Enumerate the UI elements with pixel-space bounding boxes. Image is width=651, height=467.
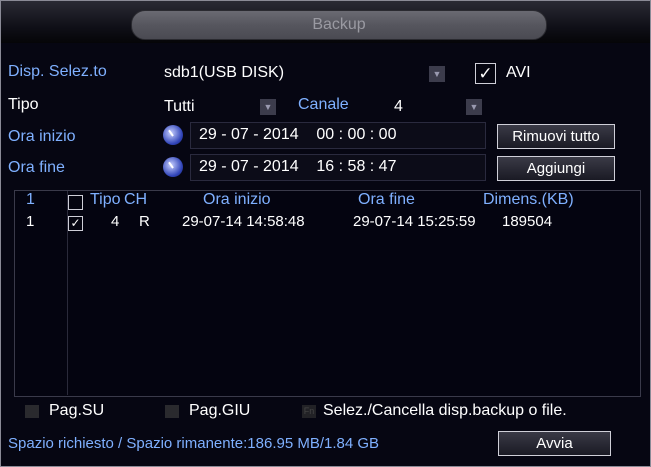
backup-window: Backup Disp. Selez.to sdb1(USB DISK) ▼ ✓… [0,0,651,467]
row-end: 29-07-14 15:25:59 [353,213,476,230]
start-button[interactable]: Avvia [498,431,611,456]
device-select[interactable]: sdb1(USB DISK) ▼ [159,60,456,86]
chevron-down-icon: ▼ [429,66,445,82]
clock-icon [163,125,183,145]
device-value: sdb1(USB DISK) [164,64,285,81]
remove-all-button[interactable]: Rimuovi tutto [497,124,615,149]
title-bar: Backup [1,1,650,43]
page-down-label[interactable]: Pag.GIU [189,402,250,420]
header-ch: CH [124,191,148,208]
header-index: 1 [26,191,35,208]
add-button[interactable]: Aggiungi [497,156,615,181]
header-start: Ora inizio [203,191,271,208]
channel-value: 4 [394,98,403,115]
row-index: 1 [26,213,35,230]
fn-hint-text: Selez./Cancella disp.backup o file. [323,402,567,419]
clock-icon [163,157,183,177]
row-size: 189504 [502,213,553,230]
channel-select[interactable]: 4 ▼ [389,94,485,118]
start-time-label: Ora inizio [8,128,76,145]
end-time-input[interactable]: 29 - 07 - 2014 16 : 58 : 47 [190,154,486,181]
avi-label: AVI [506,64,531,81]
row-ch: 4 [111,213,120,230]
channel-label: Canale [298,96,349,113]
type-value: Tutti [164,98,195,115]
select-all-checkbox[interactable] [68,195,83,210]
header-type: Tipo [90,191,121,208]
start-time-value: 29 - 07 - 2014 00 : 00 : 00 [199,126,397,143]
page-up-icon[interactable] [25,405,39,418]
row-start: 29-07-14 14:58:48 [182,213,305,230]
chevron-down-icon: ▼ [260,99,276,115]
row-type: R [139,213,150,230]
page-down-icon[interactable] [165,405,179,418]
end-time-label: Ora fine [8,159,65,176]
avi-checkbox[interactable]: ✓ [475,63,496,84]
page-up-label[interactable]: Pag.SU [49,402,104,420]
device-label: Disp. Selez.to [8,63,107,80]
header-end: Ora fine [358,191,415,208]
row-checkbox[interactable]: ✓ [68,216,83,231]
fn-key-icon: Fn [302,405,316,418]
type-label: Tipo [8,96,39,113]
start-time-input[interactable]: 29 - 07 - 2014 00 : 00 : 00 [190,122,486,149]
window-title: Backup [131,10,547,40]
end-time-value: 29 - 07 - 2014 16 : 58 : 47 [199,158,397,175]
space-info: Spazio richiesto / Spazio rimanente:186.… [8,435,380,452]
type-select[interactable]: Tutti ▼ [159,94,281,118]
header-size: Dimens.(KB) [483,191,574,208]
chevron-down-icon: ▼ [466,99,482,115]
